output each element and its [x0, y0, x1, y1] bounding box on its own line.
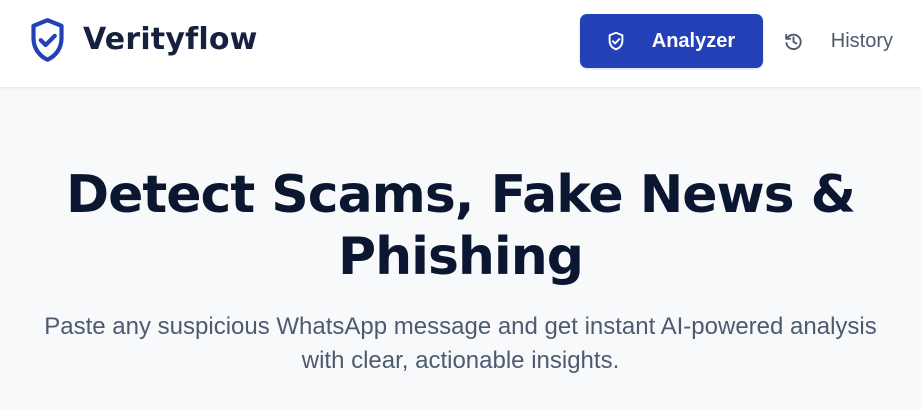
page-description-line-2: with clear, actionable insights.	[301, 347, 620, 374]
top-navigation-bar: Verityflow Analyzer History	[0, 0, 921, 88]
app-name: Verityflow	[83, 22, 258, 57]
shield-check-icon	[31, 18, 64, 62]
history-nav-button[interactable]: History	[783, 14, 893, 68]
analyzer-nav-label: Analyzer	[651, 30, 736, 52]
history-icon	[785, 33, 802, 50]
page-title-line-2: Phishing	[338, 227, 584, 287]
page-description-line-1: Paste any suspicious WhatsApp message an…	[44, 313, 877, 340]
verityflow-page: Verityflow Analyzer History Detect Scams…	[0, 0, 921, 410]
analyzer-nav-button[interactable]: Analyzer	[579, 14, 763, 68]
history-nav-label: History	[830, 30, 893, 52]
page-title: Detect Scams, Fake News & Phishing	[60, 164, 861, 288]
page-title-line-1: Detect Scams, Fake News &	[65, 165, 856, 225]
shield-check-icon	[608, 31, 624, 51]
brand-home-link[interactable]: Verityflow	[29, 16, 258, 64]
main-navigation: Analyzer History	[579, 14, 893, 68]
page-description: Paste any suspicious WhatsApp message an…	[20, 310, 901, 378]
hero-section: Detect Scams, Fake News & Phishing Paste…	[0, 88, 921, 410]
